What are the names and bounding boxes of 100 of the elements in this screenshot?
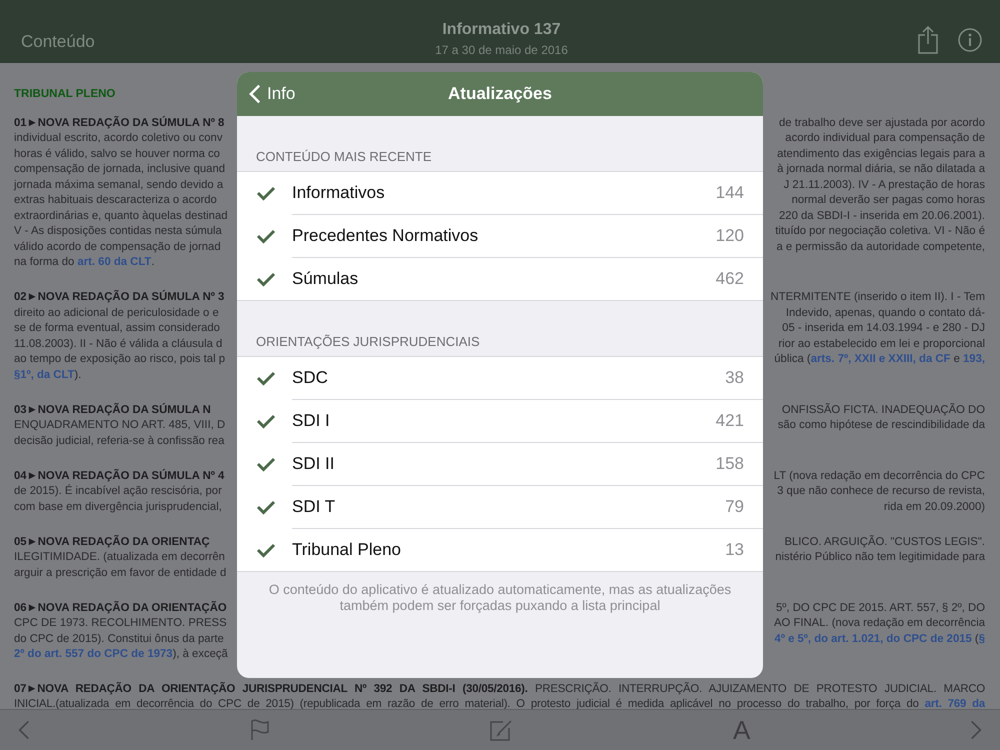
paragraph-text: ONFISSÃO FICTA. INADEQUAÇÃO DO (782, 402, 985, 418)
paragraph-text: 05►NOVA REDAÇÃO DA ORIENTAÇ (14, 534, 210, 550)
paragraph-text: tituído por negociação coletiva. VI - Não é (775, 224, 985, 239)
paragraph-text: nistério Público não tem legitimidade para (775, 550, 985, 565)
paragraph-text: 3 que não conhece de recurso de revista, (777, 484, 985, 499)
item-count: 158 (716, 454, 745, 474)
item-count: 13 (725, 540, 745, 560)
item-label: Tribunal Pleno (292, 540, 402, 560)
link[interactable]: 4º e 5º, do art. 1.021, do CPC de 2015 (774, 632, 972, 644)
link[interactable]: art. 769 da (924, 698, 985, 709)
back-icon[interactable] (18, 719, 30, 741)
footer-note: O conteúdo do aplicativo é atualizado automaticamente, mas as atualizações também podem ser forçadas puxando a lista principal (268, 581, 732, 614)
compose-icon[interactable] (489, 718, 514, 742)
paragraph-text: ILEGITIMIDADE. (atualizada em decorrên (14, 550, 225, 565)
item-count: 462 (716, 269, 745, 289)
dialog-title: Atualizações (448, 84, 552, 104)
paragraph-text: extras habituais descaracteriza o acordo (14, 193, 217, 208)
back-icon (249, 84, 261, 104)
list-item[interactable]: Tribunal Pleno 13 (292, 528, 763, 571)
paragraph-text: compensação de jornada, inclusive quand (14, 162, 226, 177)
paragraph-text: válido acordo de compensação de jornad (14, 240, 221, 254)
paragraph-text: atendimento das exigências legais para a (777, 146, 985, 162)
link[interactable]: arts. 7º, XXII e XXIII, da CF (810, 353, 950, 365)
share-icon[interactable] (918, 26, 938, 54)
paragraph-text: 03►NOVA REDAÇÃO DA SÚMULA N (14, 402, 211, 418)
paragraph-text: na forma do art. 60 da CLT. (14, 255, 154, 270)
paragraph-text: 04►NOVA REDAÇÃO DA SÚMULA Nº 4 (14, 468, 224, 484)
page-subtitle: 17 a 30 de maio de 2016 (435, 42, 568, 56)
flag-icon[interactable] (250, 719, 270, 741)
paragraph-text: 220 da SBDI-I - inserida em 20.06.2001). (779, 208, 985, 224)
paragraph-text: rida em 20.09.2000) (884, 500, 985, 514)
item-label: SDI T (292, 497, 336, 517)
link[interactable]: art. 60 da CLT (77, 256, 152, 268)
list-item[interactable]: Precedentes Normativos 120 (292, 214, 763, 257)
paragraph-text: CPC DE 1973. RECOLHIMENTO. PRESS (14, 616, 227, 631)
list-item[interactable]: SDI T 79 (292, 485, 763, 528)
item-label: SDI I (292, 411, 331, 431)
link[interactable]: 2º do art. 557 do CPC de 1973 (14, 648, 173, 660)
paragraph-text: LT (nova redação em decorrência do CPC (774, 468, 985, 484)
paragraph-text: a e permissão da autoridade competente, (776, 240, 985, 254)
section-title: TRIBUNAL PLENO (14, 87, 116, 102)
item-count: 79 (725, 497, 745, 517)
section-header: CONTEÚDO MAIS RECENTE (255, 148, 433, 166)
item-label: SDI II (292, 454, 336, 474)
paragraph-text: direito ao adicional de periculosidade o e (14, 306, 219, 320)
item-label: Súmulas (292, 269, 360, 289)
paragraph-text: jornada máxima semanal, sendo devido a (14, 178, 224, 192)
paragraph-text: BLICO. ARGUIÇÃO. "CUSTOS LEGIS". (784, 534, 985, 550)
list-item[interactable]: Informativos 144 (237, 172, 763, 214)
paragraph-text: acordo individual para compensação de (785, 131, 985, 146)
paragraph-text: AO FINAL. (nova redação em decorrência (774, 616, 985, 631)
paragraph-text: arguir a prescrição em favor de entidade d (14, 566, 226, 580)
paragraph-text: do CPC de 2015). Constitui ônus da parte (14, 632, 224, 646)
link[interactable]: § (978, 632, 985, 644)
paragraph-text: 11.08.2003). II - Não é válida a cláusula d (14, 336, 222, 352)
link[interactable]: §1º, da CLT (14, 368, 74, 380)
section-header: ORIENTAÇÕES JURISPRUDENCIAIS (255, 333, 481, 351)
back-button[interactable]: Conteúdo (21, 12, 221, 52)
paragraph-text: 07►NOVA REDAÇÃO DA ORIENTAÇÃO JURISPRUDENCIAL Nº 392 DA SBDI-I (30/05/2016). PRESCRIÇÃO. INTERRUPÇÃO. AJUIZAMENTO DE PROTESTO JUDICIAL. MARCO (14, 682, 985, 696)
paragraph-text: horas é válido, salvo se houver norma co (14, 146, 220, 162)
paragraph-text: ública (arts. 7º, XXII e XXIII, da CF e 193, (774, 352, 985, 367)
paragraph-text: extraordinárias e, quanto àquelas destinad (14, 208, 228, 224)
paragraph-text: V - As disposições contidas nesta súmula (14, 224, 222, 239)
paragraph-text: 02►NOVA REDAÇÃO DA SÚMULA Nº 3 (14, 290, 224, 305)
paragraph-text: rior ao estabelecido em lei e proporcional (778, 336, 985, 352)
paragraph-text: NTERMITENTE (inserido o item II). I - Tem (770, 290, 985, 305)
forward-icon[interactable] (970, 719, 982, 741)
paragraph-text: de 2015). É incabível ação rescisória, por (14, 484, 222, 499)
paragraph-text: individual escrito, acordo coletivo ou conv (14, 131, 222, 146)
paragraph-text: 05 - inserida em 14.03.1994 - e 280 - DJ (782, 321, 985, 336)
paragraph-text: se de forma eventual, assim considerado (14, 321, 220, 336)
paragraph-text: normal deverão ser pagas como horas (792, 193, 985, 208)
paragraph-text: de trabalho deve ser ajustada por acordo (779, 116, 985, 130)
paragraph-text: ao tempo de exposição ao risco, pois tal p (14, 352, 226, 367)
page-title: Informativo 137 (442, 20, 561, 38)
paragraph-text: são como hipótese de rescindibilidade da (778, 418, 985, 433)
paragraph-text: INICIAL.(atualizada em decorrência do CPC de 2015) (republicada em razão de erro material). O protesto judicial é medida aplicável no processo do trabalho, por força do art. 769 da (14, 696, 985, 709)
list-item[interactable]: SDC 38 (237, 357, 763, 399)
item-label: SDC (292, 368, 329, 388)
item-label: Precedentes Normativos (292, 226, 480, 246)
info-icon[interactable] (958, 28, 982, 52)
paragraph-text: 4º e 5º, do art. 1.021, do CPC de 2015 (§ (774, 632, 985, 646)
paragraph-text: ENQUADRAMENTO NO ART. 485, VIII, D (14, 418, 226, 433)
paragraph-text: Indevido, apenas, quando o contato dá- (786, 306, 985, 320)
item-count: 120 (716, 226, 745, 246)
paragraph-text: §1º, da CLT). (14, 368, 82, 382)
list-item[interactable]: Súmulas 462 (292, 257, 763, 300)
paragraph-text: J 21.11.2003). IV - A prestação de horas (784, 178, 985, 192)
paragraph-text: 2º do art. 557 do CPC de 1973), à exceçã (14, 647, 228, 662)
item-count: 421 (716, 411, 745, 431)
paragraph-text: à jornada normal diária, se não dilatada a (777, 162, 985, 177)
back-button[interactable]: Info (237, 83, 302, 105)
item-count: 38 (725, 368, 745, 388)
paragraph-text: decisão judicial, referia-se à confissão rea (14, 434, 224, 448)
paragraph-text: com base em divergência jurisprudencial, (14, 500, 222, 514)
paragraph-text: 01►NOVA REDAÇÃO DA SÚMULA Nº 8 (14, 116, 224, 130)
link[interactable]: 193, (963, 353, 985, 365)
list-item[interactable]: SDI II 158 (292, 442, 763, 485)
list-item[interactable]: SDI I 421 (292, 399, 763, 442)
paragraph-text: 5º, DO CPC DE 2015. ART. 557, § 2º, DO (776, 600, 985, 616)
